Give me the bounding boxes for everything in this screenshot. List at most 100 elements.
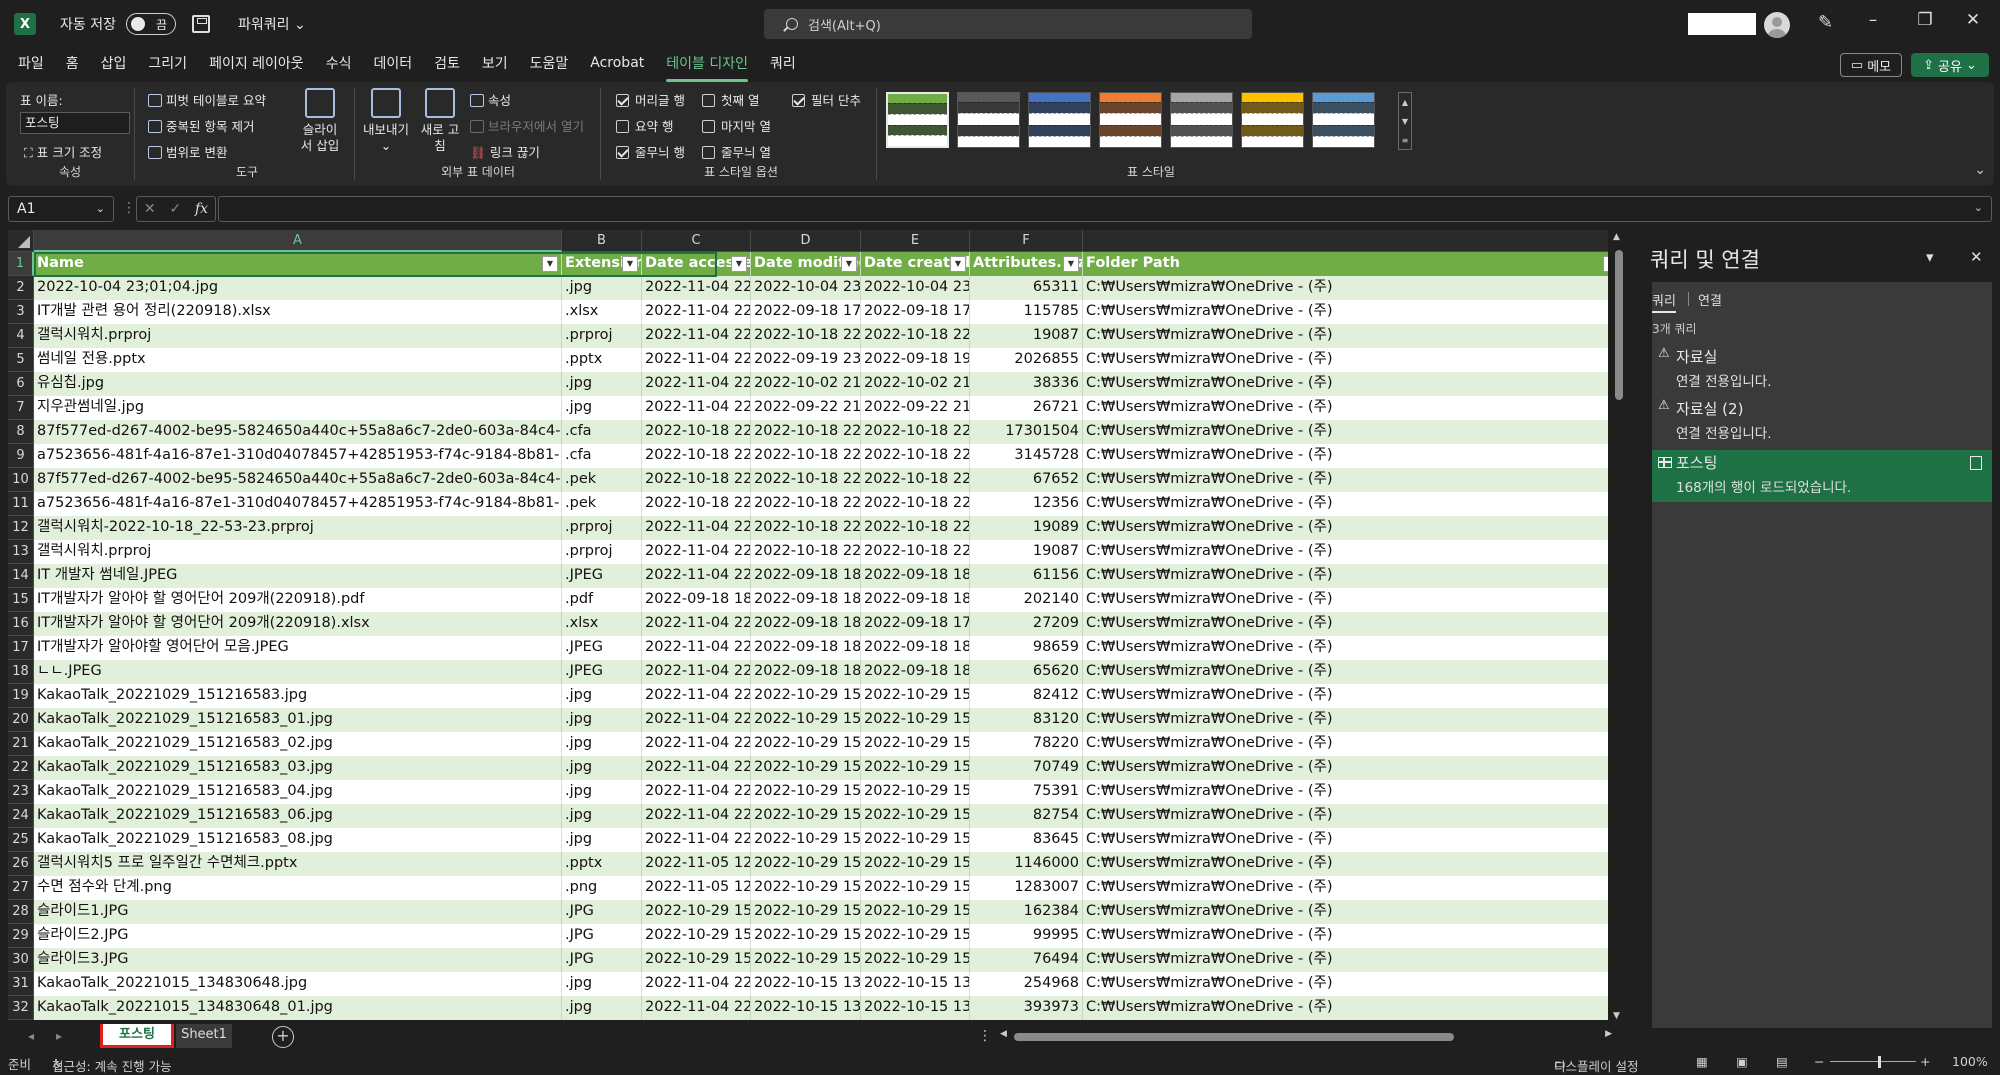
ribbon-tab[interactable]: 도움말 — [530, 53, 569, 77]
ribbon-tab[interactable]: 그리기 — [148, 53, 187, 77]
tab-connections[interactable]: 연결 — [1698, 290, 1722, 309]
row-header[interactable]: 3 — [8, 300, 34, 324]
filter-dropdown-icon[interactable]: ▼ — [622, 256, 638, 272]
row-header[interactable]: 14 — [8, 564, 34, 588]
table-cell[interactable]: 2022-10-29 15:33 — [751, 948, 861, 972]
table-cell[interactable]: 2022-11-04 22:04 — [642, 732, 751, 756]
table-cell[interactable]: 2022-10-29 15:34 — [751, 852, 861, 876]
table-cell[interactable]: C:₩Users₩mizra₩OneDrive - (주) — [1083, 396, 1608, 420]
table-cell[interactable]: 2022-11-04 22:04 — [642, 828, 751, 852]
table-cell[interactable]: 2022-10-29 15:14 — [861, 852, 970, 876]
table-cell[interactable]: 2022-10-29 15:13 — [861, 804, 970, 828]
table-cell[interactable]: 2022-09-18 18:55 — [751, 564, 861, 588]
tab-split-handle[interactable]: ⋮ — [978, 1028, 992, 1044]
table-cell[interactable]: C:₩Users₩mizra₩OneDrive - (주) — [1083, 324, 1608, 348]
table-cell[interactable]: 17301504 — [970, 420, 1083, 444]
table-cell[interactable]: 83120 — [970, 708, 1083, 732]
table-cell[interactable]: 슬라이드1.JPG — [34, 900, 562, 924]
pen-icon[interactable]: ✎ — [1818, 12, 1833, 33]
table-cell[interactable]: .jpg — [562, 684, 642, 708]
select-all-button[interactable] — [8, 230, 34, 252]
table-cell[interactable]: 1146000 — [970, 852, 1083, 876]
table-cell[interactable]: 2022-11-04 22:04 — [642, 540, 751, 564]
table-cell[interactable]: 2022-09-18 18:52 — [751, 588, 861, 612]
table-cell[interactable]: 2022-10-29 15:13 — [861, 756, 970, 780]
table-cell[interactable]: .jpg — [562, 708, 642, 732]
table-cell[interactable]: 2022-10-29 15:33 — [861, 948, 970, 972]
table-cell[interactable]: 19089 — [970, 516, 1083, 540]
table-cell[interactable]: 2022-10-29 15:13 — [861, 780, 970, 804]
column-header[interactable]: F — [970, 230, 1083, 252]
table-cell[interactable]: 3145728 — [970, 444, 1083, 468]
table-cell[interactable]: C:₩Users₩mizra₩OneDrive - (주) — [1083, 612, 1608, 636]
row-header[interactable]: 31 — [8, 972, 34, 996]
tab-queries[interactable]: 쿼리 — [1652, 290, 1676, 313]
table-cell[interactable]: C:₩Users₩mizra₩OneDrive - (주) — [1083, 996, 1608, 1020]
ribbon-tab[interactable]: 보기 — [482, 53, 508, 77]
table-cell[interactable]: 2022-09-18 18:52 — [861, 588, 970, 612]
filter-dropdown-icon[interactable]: ▼ — [731, 256, 747, 272]
table-cell[interactable]: C:₩Users₩mizra₩OneDrive - (주) — [1083, 900, 1608, 924]
table-cell[interactable]: 27209 — [970, 612, 1083, 636]
table-cell[interactable]: 19087 — [970, 324, 1083, 348]
table-cell[interactable]: C:₩Users₩mizra₩OneDrive - (주) — [1083, 468, 1608, 492]
column-header[interactable]: B — [562, 230, 642, 252]
table-cell[interactable]: 2022-10-18 22:52 — [861, 420, 970, 444]
ribbon-tab[interactable]: 테이블 디자인 — [666, 53, 748, 82]
table-cell[interactable]: .pptx — [562, 852, 642, 876]
page-layout-icon[interactable]: ▣ — [1736, 1054, 1748, 1069]
column-title[interactable]: Extension ▼ — [562, 252, 642, 276]
table-cell[interactable]: 2022-11-04 22:04 — [642, 348, 751, 372]
worksheet-grid[interactable]: ABCDEF1Name▼Extension▼Date accessed▼Date… — [8, 230, 1608, 1020]
table-cell[interactable]: .JPEG — [562, 660, 642, 684]
table-cell[interactable]: IT개발자가 알아야 할 영어단어 209개(220918).xlsx — [34, 612, 562, 636]
table-cell[interactable]: 2022-10-18 22:52 — [751, 468, 861, 492]
table-cell[interactable]: .jpg — [562, 780, 642, 804]
table-cell[interactable]: 2022-10-29 15:13 — [861, 684, 970, 708]
zoom-in-icon[interactable]: + — [1920, 1054, 1930, 1069]
table-cell[interactable]: 2022-10-29 15:13 — [751, 804, 861, 828]
table-cell[interactable]: 2022-10-18 22:52 — [751, 420, 861, 444]
table-cell[interactable]: 2022-11-04 22:04 — [642, 660, 751, 684]
table-cell[interactable]: 26721 — [970, 396, 1083, 420]
table-cell[interactable]: 2022-10-18 22:52 — [642, 420, 751, 444]
table-cell[interactable]: C:₩Users₩mizra₩OneDrive - (주) — [1083, 852, 1608, 876]
table-cell[interactable]: 2022-10-29 15:13 — [751, 684, 861, 708]
zoom-slider-thumb[interactable] — [1878, 1056, 1881, 1068]
row-header[interactable]: 24 — [8, 804, 34, 828]
table-cell[interactable]: 2022-11-04 22:04 — [642, 300, 751, 324]
column-title[interactable]: Attributes.Size▼ — [970, 252, 1083, 276]
table-cell[interactable]: .jpg — [562, 996, 642, 1020]
cancel-icon[interactable]: ✕ — [144, 201, 156, 217]
table-cell[interactable]: .xlsx — [562, 300, 642, 324]
row-header[interactable]: 17 — [8, 636, 34, 660]
expand-formula-icon[interactable]: ⌄ — [1974, 201, 1983, 214]
table-cell[interactable]: 2022-10-29 15:13 — [861, 732, 970, 756]
table-cell[interactable]: .JPG — [562, 948, 642, 972]
table-cell[interactable]: C:₩Users₩mizra₩OneDrive - (주) — [1083, 732, 1608, 756]
row-header[interactable]: 25 — [8, 828, 34, 852]
table-cell[interactable]: 2022-10-29 15:13 — [751, 780, 861, 804]
table-cell[interactable]: 2022-09-18 17:28 — [861, 612, 970, 636]
table-cell[interactable]: 82412 — [970, 684, 1083, 708]
table-cell[interactable]: KakaoTalk_20221029_151216583_04.jpg — [34, 780, 562, 804]
pivot-summary-button[interactable]: 피벗 테이블로 요약 — [148, 90, 266, 109]
table-cell[interactable]: 254968 — [970, 972, 1083, 996]
table-cell[interactable]: 2022-09-18 18:52 — [751, 636, 861, 660]
table-cell[interactable]: 2022-10-15 13:49 — [861, 972, 970, 996]
table-cell[interactable]: C:₩Users₩mizra₩OneDrive - (주) — [1083, 924, 1608, 948]
table-cell[interactable]: C:₩Users₩mizra₩OneDrive - (주) — [1083, 780, 1608, 804]
table-cell[interactable]: C:₩Users₩mizra₩OneDrive - (주) — [1083, 804, 1608, 828]
table-cell[interactable]: 75391 — [970, 780, 1083, 804]
table-cell[interactable]: 2022-11-04 22:04 — [642, 636, 751, 660]
table-cell[interactable]: .jpg — [562, 396, 642, 420]
table-cell[interactable]: C:₩Users₩mizra₩OneDrive - (주) — [1083, 756, 1608, 780]
table-cell[interactable]: 2022-10-29 15:33 — [642, 900, 751, 924]
row-header[interactable]: 28 — [8, 900, 34, 924]
horizontal-scrollbar[interactable]: ◀ ▶ — [1000, 1029, 1612, 1042]
row-header[interactable]: 21 — [8, 732, 34, 756]
column-header[interactable]: E — [861, 230, 970, 252]
ribbon-tab[interactable]: 페이지 레이아웃 — [209, 53, 304, 77]
table-cell[interactable]: .pptx — [562, 348, 642, 372]
filter-dropdown-icon[interactable]: ▼ — [542, 256, 558, 272]
